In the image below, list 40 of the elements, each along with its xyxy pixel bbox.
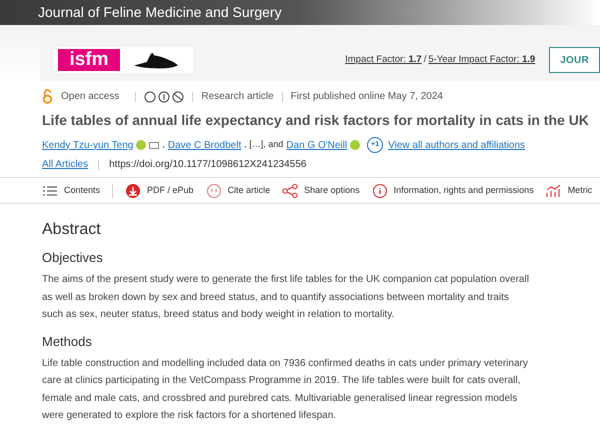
section-heading: Methods xyxy=(42,332,93,350)
download-icon xyxy=(125,184,142,198)
section-heading: Objectives xyxy=(42,249,104,267)
toolbar-button[interactable]: Share options xyxy=(282,184,360,198)
article-title: Life tables of annual life expectancy and risk factors for mortality in cats in the UK xyxy=(42,111,590,130)
orcid-icon[interactable] xyxy=(350,140,360,150)
toolbar-button[interactable]: Information, rights and permissions xyxy=(372,184,534,198)
section-paragraph: The aims of the present study were to generate the first life tables for the UK companion cat population overall as well as broken down by sex and breed status, and to quantify associations between mortality and traits such as sex, neuter status, breed status and body weight in relation to mortality. xyxy=(42,273,530,322)
doi-text: https://doi.org/10.1177/1098612X241234556 xyxy=(109,158,306,172)
logo-text: isfm xyxy=(58,49,120,71)
author-link[interactable]: Dave C Brodbelt xyxy=(168,138,242,152)
chart-icon xyxy=(546,184,562,198)
toolbar-button[interactable]: Contents xyxy=(42,184,100,198)
author-separator: , xyxy=(162,138,165,152)
journal-button[interactable]: JOUR xyxy=(549,47,600,73)
toolbar-button[interactable]: Cite article xyxy=(206,184,270,198)
article-type: Research article xyxy=(201,90,274,104)
access-label: Open access xyxy=(61,90,120,104)
separator-text: / xyxy=(424,52,426,67)
journal-title[interactable]: Journal of Feline Medicine and Surgery xyxy=(38,2,282,23)
list-icon xyxy=(42,184,58,198)
impact-factor-link[interactable]: 5-Year Impact Factor: 1.9 xyxy=(428,52,536,68)
all-articles-link[interactable]: All Articles xyxy=(42,157,88,172)
license-icons-drawing[interactable] xyxy=(144,90,184,102)
email-icon[interactable] xyxy=(149,142,160,148)
open-lock-icon xyxy=(42,89,53,104)
orcid-icon[interactable] xyxy=(136,140,146,150)
info-icon xyxy=(372,184,388,198)
toolbar-button[interactable]: Metric xyxy=(546,184,592,198)
impact-factor-link[interactable]: Impact Factor: 1.7 xyxy=(345,52,422,68)
publish-date: First published online May 7, 2024 xyxy=(290,90,443,104)
all-authors-link[interactable]: View all authors and affiliations xyxy=(388,138,526,152)
toolbar-button[interactable]: PDF / ePub xyxy=(125,184,194,198)
quote-icon xyxy=(206,184,222,198)
author-separator: , […], and xyxy=(244,138,284,152)
author-link[interactable]: Dan G O'Neill xyxy=(286,138,348,152)
abstract-heading: Abstract xyxy=(42,220,102,240)
share-icon xyxy=(282,184,298,198)
section-paragraph: Life table construction and modelling included data on 7936 confirmed deaths in cats under primary veterinary care at clinics participating in the VetCompass Programme in 2019. The life tables were built for cats overall, female and male cats, and crossbred and purebred cats. Multivariable generalised linear regression models were generated to explore the risk factors for a shortened lifespan. xyxy=(42,356,529,423)
author-link[interactable]: Kendy Tzu-yun Teng xyxy=(42,138,134,152)
